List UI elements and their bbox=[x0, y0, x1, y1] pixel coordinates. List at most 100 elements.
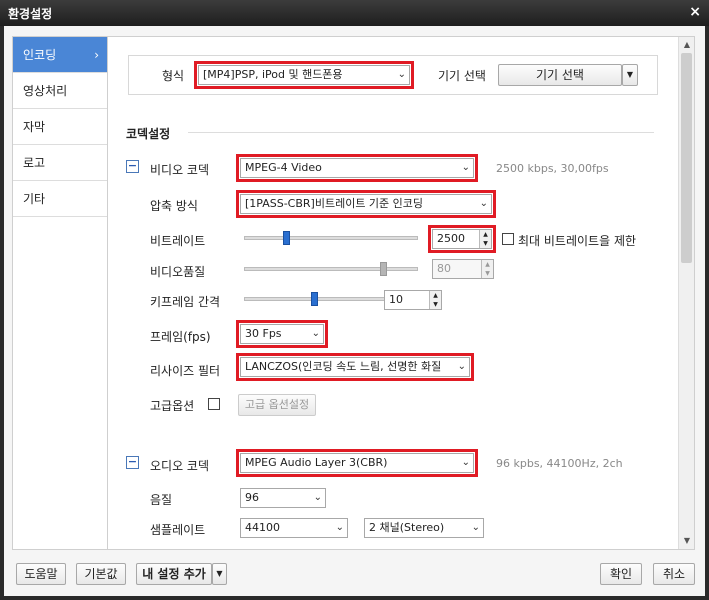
audio-info: 96 kpbs, 44100Hz, 2ch bbox=[496, 457, 623, 470]
video-quality-input[interactable]: 80 ▲ ▼ bbox=[432, 259, 494, 279]
max-bitrate-checkbox[interactable] bbox=[502, 233, 514, 245]
spinner-icon[interactable]: ▲ ▼ bbox=[481, 260, 493, 278]
sidebar-item-video-processing[interactable]: 영상처리 bbox=[13, 73, 107, 109]
ok-label: 확인 bbox=[609, 567, 633, 581]
format-label: 형식 bbox=[162, 69, 185, 83]
video-codec-value: MPEG-4 Video bbox=[245, 161, 322, 174]
sidebar-item-subtitle[interactable]: 자막 bbox=[13, 109, 107, 145]
video-quality-label: 비디오품질 bbox=[150, 265, 206, 279]
fps-value: 30 Fps bbox=[245, 327, 282, 340]
settings-window: 환경설정 × 인코딩 › 영상처리 자막 로고 기타 ▲ ▼ 형식 [MP4]P… bbox=[0, 0, 709, 600]
divider bbox=[188, 132, 654, 133]
settings-panel: ▲ ▼ 형식 [MP4]PSP, iPod 및 핸드폰용 ⌄ 기기 선택 기기 … bbox=[108, 36, 695, 550]
add-setting-dropdown-icon[interactable]: ▼ bbox=[212, 563, 227, 585]
compress-label: 압축 방식 bbox=[150, 199, 198, 213]
cancel-button[interactable]: 취소 bbox=[653, 563, 695, 585]
ok-button[interactable]: 확인 bbox=[600, 563, 642, 585]
sidebar-item-etc[interactable]: 기타 bbox=[13, 181, 107, 217]
chevron-down-icon: ⌄ bbox=[479, 198, 488, 209]
default-label: 기본값 bbox=[84, 567, 118, 581]
help-button[interactable]: 도움말 bbox=[16, 563, 66, 585]
video-codec-label: 비디오 코덱 bbox=[150, 163, 210, 177]
chevron-right-icon: › bbox=[94, 48, 99, 62]
vertical-scrollbar[interactable]: ▲ ▼ bbox=[678, 37, 694, 549]
audio-quality-select[interactable]: 96 ⌄ bbox=[240, 488, 326, 508]
samplerate-label: 샘플레이트 bbox=[150, 523, 206, 537]
sidebar-item-encoding[interactable]: 인코딩 › bbox=[13, 37, 107, 73]
help-label: 도움말 bbox=[24, 567, 58, 581]
audio-codec-value: MPEG Audio Layer 3(CBR) bbox=[245, 456, 388, 469]
add-setting-label: 내 설정 추가 bbox=[142, 567, 206, 581]
chevron-down-icon: ⌄ bbox=[313, 492, 322, 503]
compress-select[interactable]: [1PASS-CBR]비트레이트 기준 인코딩 ⌄ bbox=[236, 190, 496, 218]
audio-quality-value: 96 bbox=[245, 491, 259, 504]
compress-value: [1PASS-CBR]비트레이트 기준 인코딩 bbox=[245, 197, 424, 210]
bitrate-slider-thumb[interactable] bbox=[282, 231, 290, 245]
device-label: 기기 선택 bbox=[438, 69, 486, 83]
keyframe-slider-thumb[interactable] bbox=[310, 292, 318, 306]
chevron-down-icon: ⌄ bbox=[461, 162, 470, 173]
resize-filter-select[interactable]: LANCZOS(인코딩 속도 느림, 선명한 화질 ⌄ bbox=[236, 353, 474, 381]
advanced-options-button[interactable]: 고급 옵션설정 bbox=[238, 394, 316, 416]
samplerate-select[interactable]: 44100 ⌄ bbox=[240, 518, 348, 538]
device-select-label: 기기 선택 bbox=[536, 68, 584, 82]
spinner-icon[interactable]: ▲ ▼ bbox=[429, 291, 441, 309]
add-setting-button[interactable]: 내 설정 추가 bbox=[136, 563, 212, 585]
sidebar: 인코딩 › 영상처리 자막 로고 기타 bbox=[12, 36, 108, 550]
fps-label: 프레임(fps) bbox=[150, 330, 211, 344]
keyframe-input[interactable]: 10 ▲ ▼ bbox=[384, 290, 442, 310]
format-select[interactable]: [MP4]PSP, iPod 및 핸드폰용 ⌄ bbox=[194, 61, 414, 89]
fps-select[interactable]: 30 Fps ⌄ bbox=[236, 320, 328, 348]
video-codec-select[interactable]: MPEG-4 Video ⌄ bbox=[236, 154, 478, 182]
keyframe-value: 10 bbox=[389, 293, 403, 306]
bitrate-slider[interactable] bbox=[244, 236, 418, 240]
video-quality-slider-thumb[interactable] bbox=[380, 262, 388, 276]
audio-quality-label: 음질 bbox=[150, 493, 173, 507]
resize-filter-label: 리사이즈 필터 bbox=[150, 364, 221, 378]
audio-codec-label: 오디오 코덱 bbox=[150, 459, 210, 473]
chevron-down-icon: ⌄ bbox=[335, 522, 344, 533]
bitrate-label: 비트레이트 bbox=[150, 234, 206, 248]
format-select-value: [MP4]PSP, iPod 및 핸드폰용 bbox=[203, 68, 343, 81]
video-quality-slider[interactable] bbox=[244, 267, 418, 271]
section-title: 코덱설정 bbox=[126, 127, 171, 141]
resize-filter-value: LANCZOS(인코딩 속도 느림, 선명한 화질 bbox=[245, 360, 442, 373]
close-icon[interactable]: × bbox=[689, 4, 701, 20]
sidebar-item-label: 자막 bbox=[23, 120, 46, 134]
chevron-down-icon: ⌄ bbox=[461, 457, 470, 468]
sidebar-item-logo[interactable]: 로고 bbox=[13, 145, 107, 181]
sidebar-item-label: 로고 bbox=[23, 156, 46, 170]
sidebar-item-label: 기타 bbox=[23, 192, 46, 206]
collapse-video-icon[interactable]: − bbox=[126, 160, 139, 173]
bitrate-value: 2500 bbox=[437, 232, 465, 245]
bitrate-input[interactable]: 2500 ▲ ▼ bbox=[428, 225, 496, 253]
channel-select[interactable]: 2 채널(Stereo) ⌄ bbox=[364, 518, 484, 538]
scroll-down-icon[interactable]: ▼ bbox=[679, 533, 694, 549]
collapse-audio-icon[interactable]: − bbox=[126, 456, 139, 469]
device-select-button[interactable]: 기기 선택 bbox=[498, 64, 622, 86]
video-quality-value: 80 bbox=[437, 262, 451, 275]
chevron-down-icon: ⌄ bbox=[471, 522, 480, 533]
cancel-label: 취소 bbox=[662, 567, 686, 581]
chevron-down-icon: ⌄ bbox=[311, 328, 320, 339]
advanced-checkbox[interactable] bbox=[208, 398, 220, 410]
video-info: 2500 kbps, 30,00fps bbox=[496, 162, 609, 175]
scroll-up-icon[interactable]: ▲ bbox=[679, 37, 694, 53]
keyframe-label: 키프레임 간격 bbox=[150, 295, 221, 309]
title-bar: 환경설정 × bbox=[0, 0, 709, 26]
advanced-label: 고급옵션 bbox=[150, 399, 195, 413]
samplerate-value: 44100 bbox=[245, 521, 280, 534]
audio-codec-select[interactable]: MPEG Audio Layer 3(CBR) ⌄ bbox=[236, 449, 478, 477]
window-title: 환경설정 bbox=[8, 7, 53, 21]
chevron-down-icon: ⌄ bbox=[457, 361, 466, 372]
device-dropdown-icon[interactable]: ▼ bbox=[622, 64, 638, 86]
channel-value: 2 채널(Stereo) bbox=[369, 521, 445, 534]
max-bitrate-label: 최대 비트레이트을 제한 bbox=[518, 234, 637, 248]
advanced-options-label: 고급 옵션설정 bbox=[244, 398, 310, 411]
default-button[interactable]: 기본값 bbox=[76, 563, 126, 585]
sidebar-item-label: 인코딩 bbox=[23, 48, 57, 62]
spinner-icon[interactable]: ▲ ▼ bbox=[479, 230, 491, 248]
chevron-down-icon: ⌄ bbox=[397, 69, 406, 80]
scroll-thumb[interactable] bbox=[681, 53, 692, 263]
sidebar-item-label: 영상처리 bbox=[23, 84, 68, 98]
